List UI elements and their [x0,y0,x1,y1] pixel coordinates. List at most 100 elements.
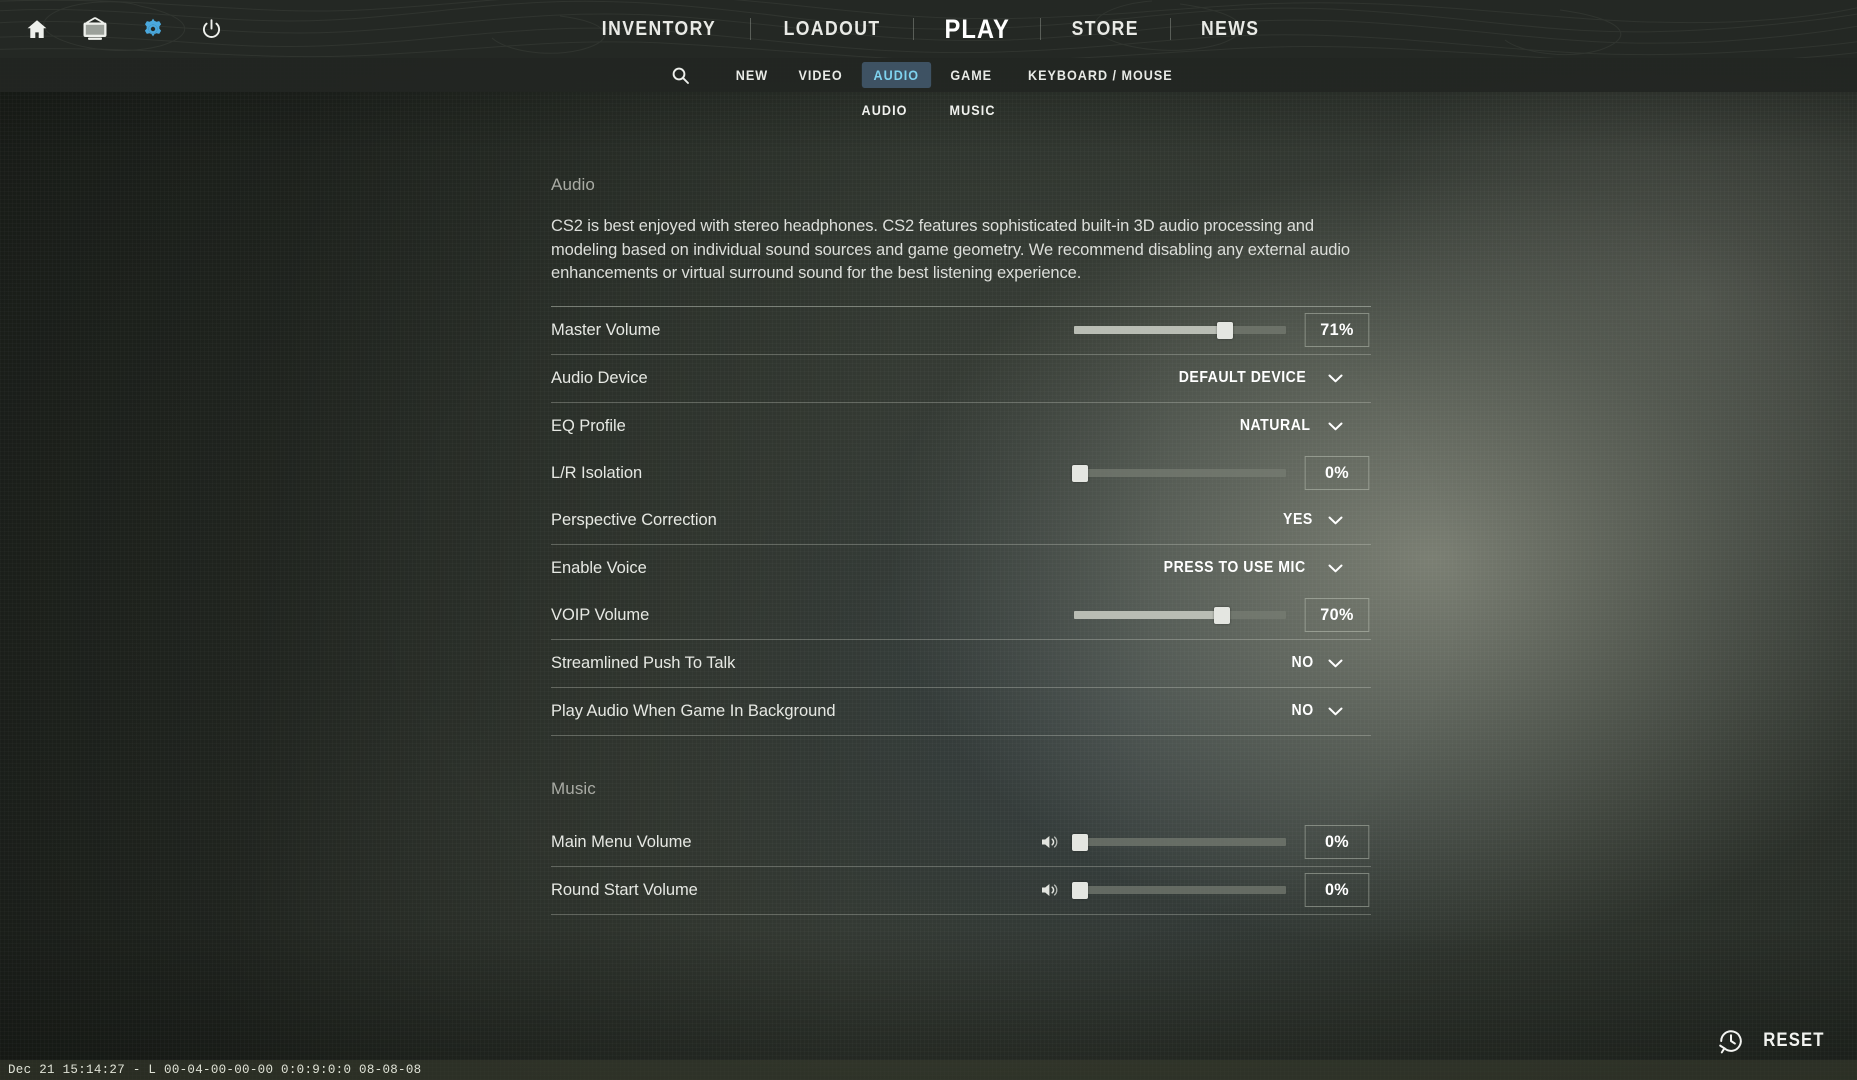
settings-content-panel: Audio CS2 is best enjoyed with stereo he… [551,175,1371,915]
nav-item-news[interactable]: NEWS [1178,18,1282,41]
play-audio-background-dropdown[interactable]: NO [1290,702,1371,720]
setting-row-play-audio-background[interactable]: Play Audio When Game In Background NO [551,688,1371,735]
master-volume-value: 71% [1304,313,1370,347]
dropdown-value: NO [1291,702,1314,719]
setting-label: L/R Isolation [551,463,643,482]
setting-label: Main Menu Volume [551,832,692,851]
setting-label: EQ Profile [551,416,626,435]
nav-separator [912,18,914,40]
setting-label: VOIP Volume [551,605,650,624]
dropdown-value: YES [1283,511,1313,528]
subtab-audio[interactable]: AUDIO [862,102,908,118]
dropdown-value: DEFAULT DEVICE [1178,369,1307,386]
subtab-music[interactable]: MUSIC [949,102,995,118]
dropdown-value: PRESS TO USE MIC [1163,559,1306,576]
reset-label: RESET [1763,1030,1825,1051]
voip-volume-slider[interactable] [1074,606,1286,624]
top-header-bar: INVENTORY LOADOUT PLAY STORE NEWS [0,0,1857,58]
setting-row-main-menu-volume[interactable]: Main Menu Volume 0% [551,819,1371,866]
tab-keyboard-mouse[interactable]: KEYBOARD / MOUSE [1017,62,1185,88]
setting-row-streamlined-push-to-talk[interactable]: Streamlined Push To Talk NO [551,640,1371,687]
chevron-down-icon [1328,659,1343,667]
audio-section-description: CS2 is best enjoyed with stereo headphon… [551,217,1350,282]
reset-button[interactable]: RESET [1716,1026,1829,1056]
perspective-correction-dropdown[interactable]: YES [1281,511,1371,529]
dropdown-value: NATURAL [1239,417,1311,434]
master-volume-slider[interactable] [1074,321,1286,339]
setting-row-master-volume[interactable]: Master Volume 71% [551,307,1371,354]
chevron-down-icon [1328,707,1343,715]
speaker-icon[interactable] [1038,882,1062,898]
eq-profile-dropdown[interactable]: NATURAL [1235,417,1371,435]
setting-label: Streamlined Push To Talk [551,653,736,672]
nav-item-loadout[interactable]: LOADOUT [761,18,904,41]
audio-section-title: Audio [551,175,595,194]
chevron-down-icon [1328,374,1343,382]
search-icon[interactable] [663,62,697,88]
round-start-volume-slider[interactable] [1072,881,1286,899]
setting-label: Master Volume [551,320,661,339]
setting-row-perspective-correction[interactable]: Perspective Correction YES [551,497,1371,544]
main-menu-volume-slider[interactable] [1072,833,1286,851]
audio-device-dropdown[interactable]: DEFAULT DEVICE [1170,369,1371,387]
nav-item-inventory[interactable]: INVENTORY [579,18,739,41]
setting-label: Enable Voice [551,558,647,577]
settings-tab-bar: NEW VIDEO AUDIO GAME KEYBOARD / MOUSE [0,58,1857,92]
setting-row-audio-device[interactable]: Audio Device DEFAULT DEVICE [551,355,1371,402]
setting-row-lr-isolation[interactable]: L/R Isolation 0% [551,450,1371,497]
slider-handle[interactable] [1214,606,1231,624]
chevron-down-icon [1328,564,1343,572]
slider-control[interactable]: 71% [1074,313,1371,347]
slider-handle[interactable] [1072,881,1089,899]
music-section-title: Music [551,778,596,798]
slider-fill [1074,611,1223,619]
row-divider [551,913,1371,915]
streamlined-push-to-talk-dropdown[interactable]: NO [1290,654,1371,672]
slider-control[interactable]: 70% [1074,598,1371,632]
slider-track [1074,469,1286,477]
setting-row-enable-voice[interactable]: Enable Voice PRESS TO USE MIC [551,545,1371,592]
voip-volume-value: 70% [1304,598,1370,632]
enable-voice-dropdown[interactable]: PRESS TO USE MIC [1154,559,1371,577]
slider-track [1074,886,1286,894]
lr-isolation-value: 0% [1304,456,1370,490]
nav-separator [749,18,751,40]
speaker-icon[interactable] [1038,834,1062,850]
setting-row-voip-volume[interactable]: VOIP Volume 70% [551,592,1371,639]
nav-separator [1040,18,1042,40]
slider-handle[interactable] [1072,833,1089,851]
chevron-down-icon [1328,422,1343,430]
main-navigation: INVENTORY LOADOUT PLAY STORE NEWS [0,0,1857,58]
setting-row-eq-profile[interactable]: EQ Profile NATURAL [551,403,1371,450]
tab-game[interactable]: GAME [938,62,1003,88]
main-menu-volume-value: 0% [1304,825,1370,859]
slider-fill [1074,326,1225,334]
dropdown-value: NO [1291,654,1314,671]
nav-item-store[interactable]: STORE [1049,18,1162,41]
slider-control[interactable]: 0% [1072,456,1371,490]
slider-control[interactable]: 0% [1038,873,1371,907]
nav-separator [1169,18,1171,40]
setting-label: Round Start Volume [551,880,698,899]
slider-handle[interactable] [1072,464,1089,482]
history-reset-icon [1719,1030,1742,1054]
lr-isolation-slider[interactable] [1072,464,1286,482]
round-start-volume-value: 0% [1304,873,1370,907]
tab-new[interactable]: NEW [724,62,780,88]
tab-audio[interactable]: AUDIO [861,62,931,88]
chevron-down-icon [1328,516,1343,524]
nav-item-play[interactable]: PLAY [921,14,1032,45]
settings-subtab-bar: AUDIO MUSIC [0,92,1857,128]
setting-label: Play Audio When Game In Background [551,701,836,720]
setting-row-round-start-volume[interactable]: Round Start Volume 0% [551,867,1371,914]
slider-track [1074,838,1286,846]
slider-handle[interactable] [1216,321,1233,339]
status-bar: Dec 21 15:14:27 - L 00-04-00-00-00 0:0:9… [0,1060,1857,1080]
cs2-settings-screen: INVENTORY LOADOUT PLAY STORE NEWS NEW VI… [0,0,1857,1080]
status-bar-text: Dec 21 15:14:27 - L 00-04-00-00-00 0:0:9… [8,1063,422,1077]
slider-control[interactable]: 0% [1038,825,1371,859]
setting-label: Perspective Correction [551,510,717,529]
tab-video[interactable]: VIDEO [787,62,855,88]
setting-label: Audio Device [551,368,648,387]
